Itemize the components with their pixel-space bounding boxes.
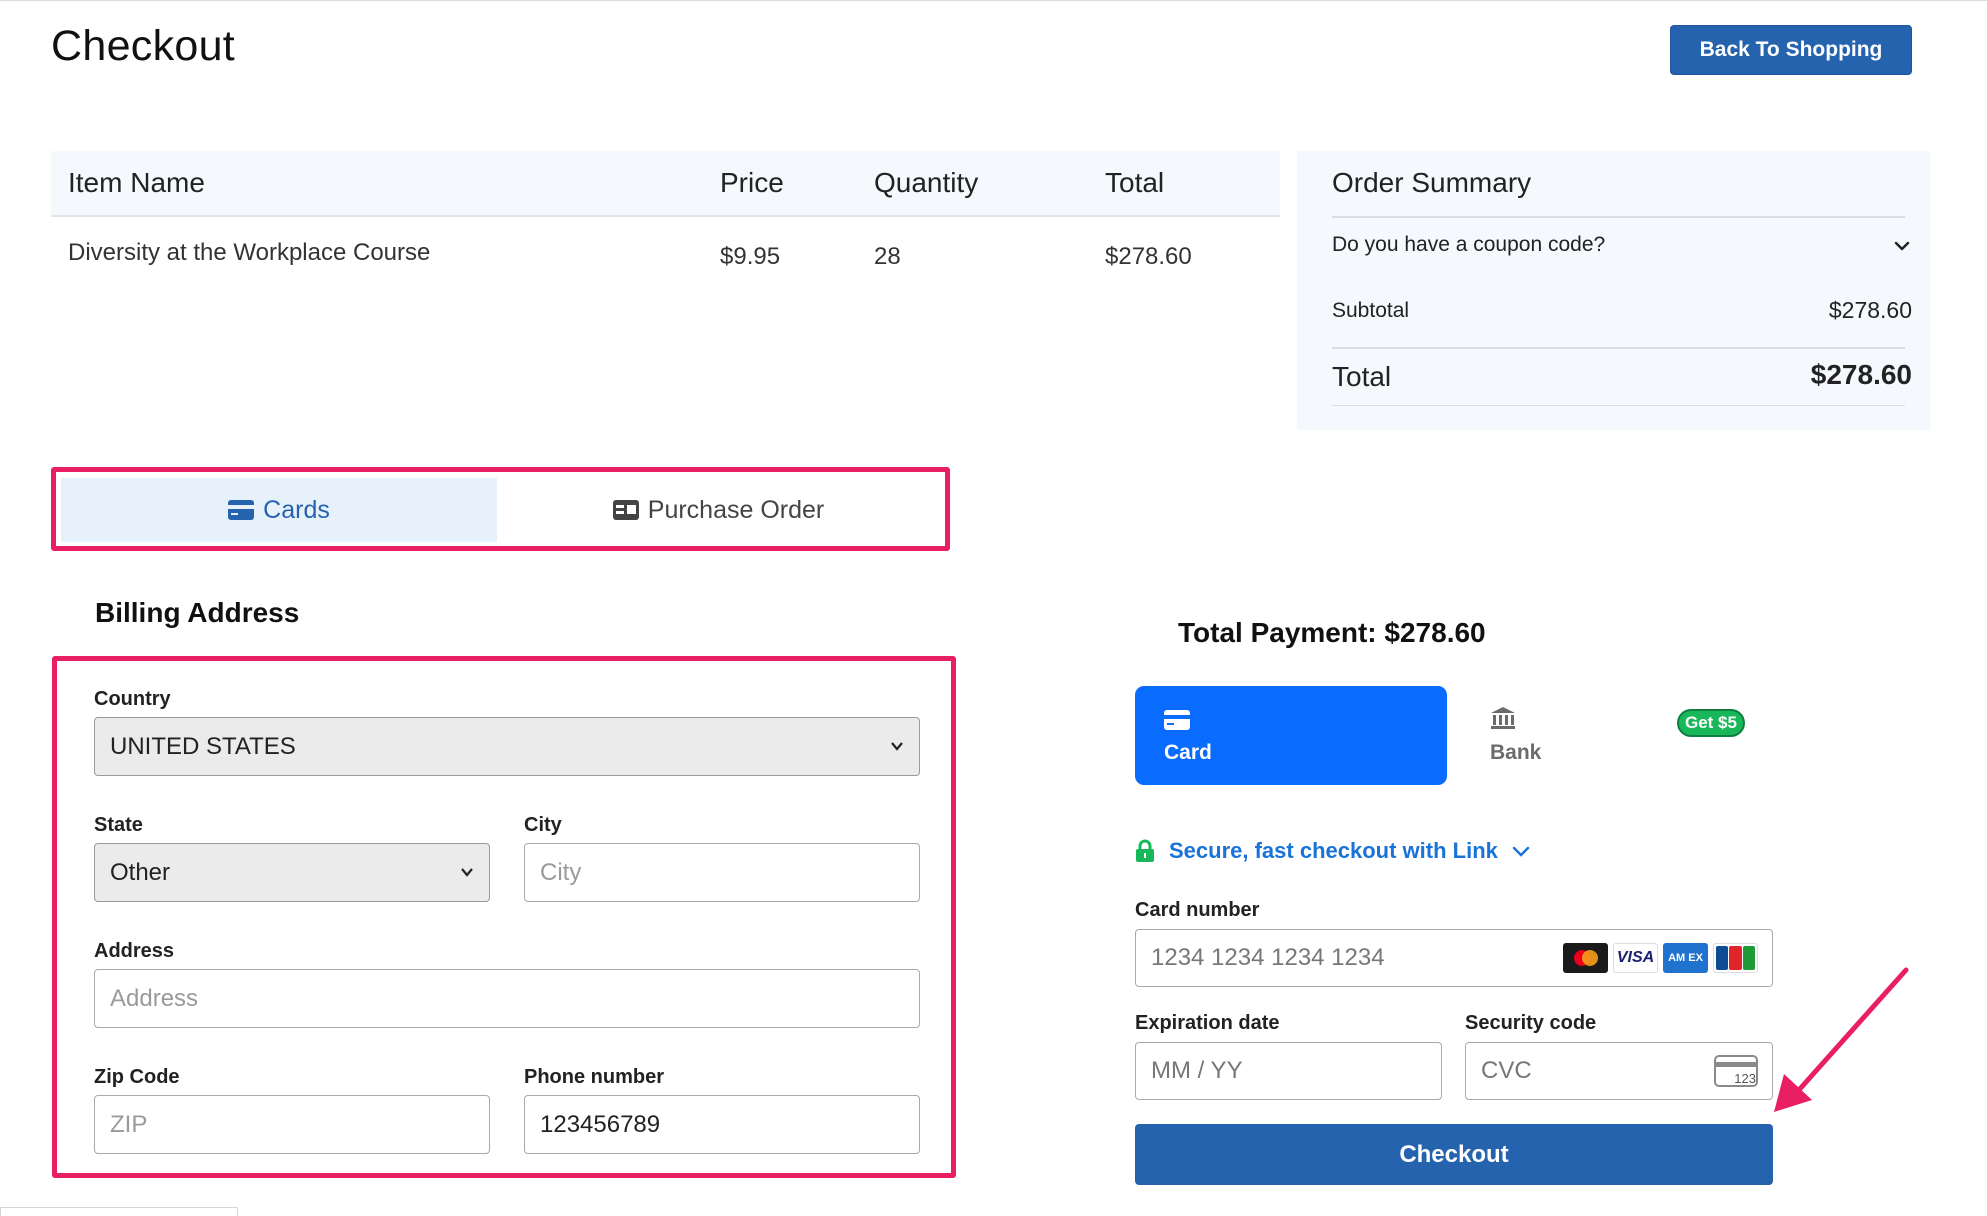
items-table: Item Name Price Quantity Total Diversity… [51,151,1280,297]
expiration-date-input[interactable]: MM / YY [1135,1042,1442,1100]
bank-icon [1490,706,1516,735]
tab-purchase-order[interactable]: Purchase Order [497,478,940,542]
address-placeholder: Address [110,984,199,1012]
back-to-shopping-button[interactable]: Back To Shopping [1670,25,1912,75]
state-label: State [94,814,143,836]
items-table-header: Item Name Price Quantity Total [51,151,1280,217]
card-number-label: Card number [1135,899,1260,921]
phone-number-value: 123456789 [540,1110,661,1138]
order-summary-title: Order Summary [1332,167,1532,198]
item-price: $9.95 [720,243,781,270]
zip-placeholder: ZIP [110,1110,148,1138]
divider [1332,405,1905,406]
expiration-date-label: Expiration date [1135,1012,1280,1034]
zip-code-input[interactable]: ZIP [94,1095,490,1154]
payment-method-card[interactable]: Card [1135,686,1447,785]
credit-card-icon [228,500,255,520]
chevron-down-icon[interactable] [1893,237,1911,255]
subtotal-value: $278.60 [1828,297,1912,323]
cvc-placeholder: CVC [1481,1057,1532,1084]
bottom-edge-tab [0,1207,238,1216]
security-code-input[interactable]: CVC 123 [1465,1042,1773,1100]
zip-code-label: Zip Code [94,1066,180,1088]
payment-method-card-label: Card [1164,741,1212,764]
country-select[interactable]: UNITED STATES [94,717,920,776]
lock-icon [1135,839,1155,863]
column-header-item-name: Item Name [68,167,205,198]
checkout-button[interactable]: Checkout [1135,1124,1773,1185]
payment-method-bank[interactable]: Bank [1488,706,1568,770]
expiration-placeholder: MM / YY [1151,1057,1243,1084]
tab-cards-label: Cards [263,495,330,524]
page-title: Checkout [51,22,236,70]
address-label: Address [94,940,175,962]
item-name: Diversity at the Workplace Course [68,239,431,266]
card-brands: VISA AM EX [1563,943,1758,973]
city-placeholder: City [540,858,582,886]
phone-number-input[interactable]: 123456789 [524,1095,920,1154]
state-select-value: Other [110,858,171,886]
link-checkout-toggle[interactable]: Secure, fast checkout with Link [1135,838,1530,864]
chevron-down-icon [461,868,473,877]
link-checkout-text: Secure, fast checkout with Link [1169,838,1498,863]
jcb-icon [1713,943,1758,973]
divider [1332,216,1905,218]
promo-badge[interactable]: Get $5 [1677,709,1745,737]
phone-number-label: Phone number [524,1066,665,1088]
column-header-price: Price [720,167,784,198]
coupon-toggle[interactable]: Do you have a coupon code? [1332,233,1605,257]
item-total: $278.60 [1105,243,1192,270]
city-label: City [524,814,562,836]
state-select[interactable]: Other [94,843,490,902]
column-header-quantity: Quantity [874,167,979,198]
card-icon [1164,710,1190,735]
item-quantity: 28 [874,243,901,270]
column-header-total: Total [1105,167,1165,198]
tab-purchase-order-label: Purchase Order [647,495,825,524]
city-input[interactable]: City [524,843,920,902]
billing-address-title: Billing Address [95,597,300,628]
divider [1332,347,1905,349]
country-select-value: UNITED STATES [110,732,296,760]
cvc-icon-text: 123 [1734,1071,1756,1086]
payment-method-bank-label: Bank [1490,741,1542,764]
billing-address-form: Country UNITED STATES State Other City C… [52,656,956,1178]
id-card-icon [612,500,639,520]
chevron-down-icon [1512,844,1530,858]
mastercard-icon [1563,943,1608,973]
top-border [0,0,1987,1]
total-payment: Total Payment: $278.60 [1178,617,1486,648]
card-number-placeholder: 1234 1234 1234 1234 [1151,944,1385,971]
card-number-input[interactable]: 1234 1234 1234 1234 VISA AM EX [1135,929,1773,987]
total-value: $278.60 [1810,359,1912,390]
annotation-arrow-icon [1774,967,1909,1112]
tab-cards[interactable]: Cards [61,478,497,542]
address-input[interactable]: Address [94,969,920,1028]
subtotal-label: Subtotal [1332,299,1410,322]
chevron-down-icon [891,742,903,751]
payment-method-tabs: Cards Purchase Order [51,467,950,551]
table-row: Diversity at the Workplace Course $9.95 … [51,217,1280,297]
visa-icon: VISA [1613,943,1658,973]
total-label: Total [1332,361,1392,392]
amex-icon: AM EX [1663,943,1708,973]
order-summary: Order Summary Do you have a coupon code?… [1297,151,1930,430]
country-label: Country [94,688,171,710]
security-code-label: Security code [1465,1012,1597,1034]
cvc-icon: 123 [1714,1055,1758,1087]
